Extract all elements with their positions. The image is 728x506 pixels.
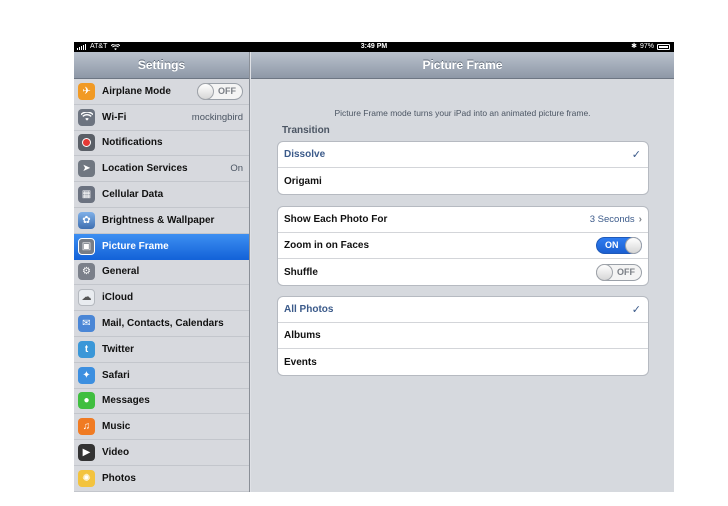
transition-group: Dissolve ✓ Origami — [277, 141, 649, 195]
airplane-icon: ✈ — [78, 82, 95, 100]
safari-icon: ✦ — [78, 366, 95, 384]
picture-frame-pane: Picture Frame Picture Frame mode turns y… — [251, 52, 674, 492]
bluetooth-icon: ✱ — [631, 43, 637, 50]
airplane-mode-toggle[interactable]: OFF — [197, 82, 243, 100]
shuffle-toggle[interactable]: OFF — [596, 263, 642, 281]
sidebar-item-cellular-data[interactable]: ▦ Cellular Data — [74, 182, 249, 208]
sidebar-item-photos[interactable]: ✺ Photos — [74, 466, 249, 492]
sidebar-item-twitter[interactable]: t Twitter — [74, 337, 249, 363]
sidebar-item-wifi[interactable]: Wi-Fi mockingbird — [74, 105, 249, 131]
zoom-in-on-faces-toggle[interactable]: ON — [596, 237, 642, 254]
frame-settings-group: Show Each Photo For 3 Seconds › Zoom in … — [277, 206, 649, 286]
sidebar-item-label: General — [102, 266, 140, 278]
notifications-icon — [78, 134, 95, 152]
page-title: Picture Frame — [251, 52, 674, 79]
shuffle-row: Shuffle OFF — [278, 259, 648, 285]
battery-icon — [657, 44, 670, 50]
sidebar-item-icloud[interactable]: ☁ iCloud — [74, 285, 249, 312]
settings-list: ✈ Airplane Mode OFF Wi-Fi mockingbird No… — [74, 79, 249, 492]
sidebar-item-mail-contacts-calendars[interactable]: ✉ Mail, Contacts, Calendars — [74, 311, 249, 337]
sidebar-item-picture-frame[interactable]: ▣ Picture Frame — [74, 233, 249, 260]
video-icon: ▶ — [78, 444, 95, 462]
mail-icon: ✉ — [78, 315, 95, 333]
status-bar: AT&T 3:49 PM ✱ 97% — [74, 42, 674, 52]
show-each-photo-value: 3 Seconds › — [589, 214, 642, 225]
sidebar-item-label: Location Services — [102, 163, 188, 175]
sidebar-item-notifications[interactable]: Notifications — [74, 131, 249, 157]
setting-label: Zoom in on Faces — [284, 240, 370, 251]
ipad-screen: AT&T 3:49 PM ✱ 97% Settings ✈ Airplane M… — [74, 42, 674, 492]
photos-icon: ✺ — [78, 469, 95, 487]
sidebar-item-airplane-mode[interactable]: ✈ Airplane Mode OFF — [74, 79, 249, 105]
option-label: Origami — [284, 175, 322, 187]
sidebar-item-label: Messages — [102, 395, 150, 407]
wifi-network-value: mockingbird — [191, 111, 243, 123]
sidebar-item-label: Photos — [102, 472, 136, 484]
location-icon: ➤ — [78, 160, 95, 178]
sidebar-item-general[interactable]: ⚙ General — [74, 260, 249, 286]
messages-icon: ● — [78, 392, 95, 410]
sidebar-item-label: Airplane Mode — [102, 85, 171, 97]
battery-percent: 97% — [639, 43, 654, 50]
zoom-in-on-faces-row: Zoom in on Faces ON — [278, 233, 648, 259]
status-time: 3:49 PM — [360, 43, 388, 50]
wifi-icon — [78, 108, 95, 126]
sidebar-item-label: Picture Frame — [102, 240, 169, 252]
sidebar-item-messages[interactable]: ● Messages — [74, 389, 249, 415]
sidebar-item-label: Brightness & Wallpaper — [102, 214, 215, 226]
music-icon: ♫ — [78, 418, 95, 436]
sidebar-item-music[interactable]: ♫ Music — [74, 414, 249, 441]
checkmark-icon: ✓ — [631, 149, 641, 161]
picture-frame-description: Picture Frame mode turns your iPad into … — [334, 108, 591, 118]
sidebar-item-video[interactable]: ▶ Video — [74, 440, 249, 466]
sidebar-item-label: Notifications — [102, 137, 163, 149]
sidebar-item-label: Music — [102, 421, 131, 433]
settings-sidebar: Settings ✈ Airplane Mode OFF Wi-Fi mocki… — [74, 52, 250, 492]
chevron-right-icon: › — [638, 214, 642, 225]
photo-source-all-photos[interactable]: All Photos ✓ — [278, 297, 648, 323]
battery-indicator: ✱ 97% — [631, 42, 670, 52]
sidebar-item-label: Twitter — [102, 343, 135, 355]
brightness-icon: ✿ — [78, 211, 95, 229]
sidebar-item-label: Video — [102, 447, 130, 459]
setting-label: Show Each Photo For — [284, 214, 388, 225]
location-services-value: On — [230, 163, 243, 175]
option-label: All Photos — [284, 304, 334, 315]
transition-option-dissolve[interactable]: Dissolve ✓ — [278, 142, 648, 168]
photo-source-albums[interactable]: Albums — [278, 323, 648, 349]
sidebar-item-label: Safari — [102, 369, 130, 381]
sidebar-item-label: Cellular Data — [102, 189, 164, 201]
cellular-icon: ▦ — [78, 186, 95, 204]
sidebar-item-label: Mail, Contacts, Calendars — [102, 318, 224, 330]
option-label: Events — [284, 356, 317, 368]
sidebar-item-label: iCloud — [102, 292, 134, 304]
checkmark-icon: ✓ — [631, 304, 641, 316]
setting-label: Shuffle — [284, 266, 318, 278]
picture-frame-icon: ▣ — [78, 237, 95, 255]
cloud-icon: ☁ — [78, 289, 95, 307]
sidebar-item-label: Wi-Fi — [102, 111, 127, 123]
transition-option-origami[interactable]: Origami — [278, 168, 648, 194]
twitter-icon: t — [78, 340, 95, 358]
sidebar-item-brightness-wallpaper[interactable]: ✿ Brightness & Wallpaper — [74, 208, 249, 234]
sidebar-title: Settings — [74, 52, 249, 79]
photo-source-group: All Photos ✓ Albums Events — [277, 296, 649, 376]
photo-source-events[interactable]: Events — [278, 349, 648, 375]
show-each-photo-row[interactable]: Show Each Photo For 3 Seconds › — [278, 207, 648, 233]
sidebar-item-location-services[interactable]: ➤ Location Services On — [74, 156, 249, 183]
sidebar-item-safari[interactable]: ✦ Safari — [74, 363, 249, 389]
transition-section-title: Transition — [282, 125, 330, 136]
option-label: Dissolve — [284, 149, 326, 160]
option-label: Albums — [284, 330, 321, 341]
gear-icon: ⚙ — [78, 263, 95, 281]
